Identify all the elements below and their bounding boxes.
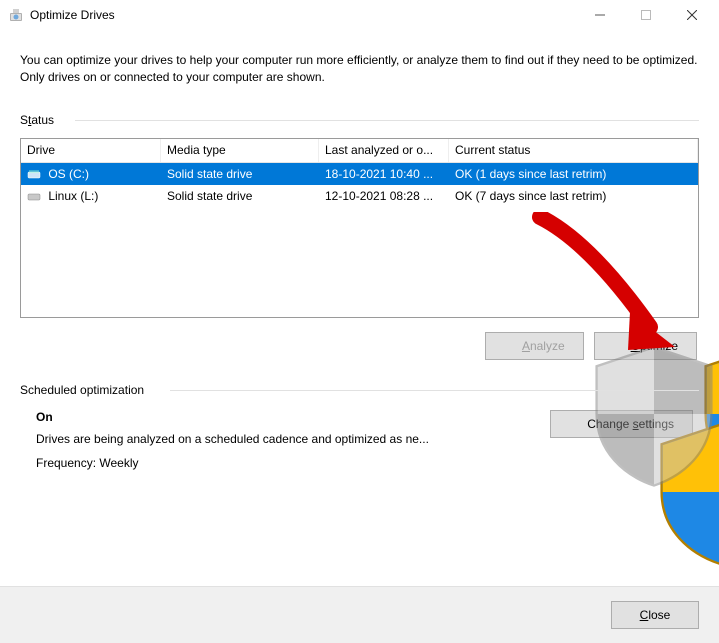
ssd-icon <box>27 190 41 202</box>
status-section-label: Status <box>20 112 699 128</box>
table-header: Drive Media type Last analyzed or o... C… <box>21 139 698 163</box>
scheduled-frequency: Frequency: Weekly <box>36 456 550 470</box>
scheduled-desc: Drives are being analyzed on a scheduled… <box>36 432 550 446</box>
bottom-bar: Close <box>0 586 719 643</box>
cell-status: OK (7 days since last retrim) <box>449 185 698 207</box>
close-dialog-button[interactable]: Close <box>611 601 699 629</box>
close-button[interactable] <box>669 0 715 30</box>
minimize-button[interactable] <box>577 0 623 30</box>
table-row[interactable]: OS (C:) Solid state drive 18-10-2021 10:… <box>21 163 698 185</box>
cell-last: 12-10-2021 08:28 ... <box>319 185 449 207</box>
description-text: You can optimize your drives to help you… <box>20 52 699 86</box>
scheduled-section-label: Scheduled optimization <box>20 382 699 398</box>
drives-table[interactable]: Drive Media type Last analyzed or o... C… <box>20 138 699 318</box>
cell-drive: OS (C:) <box>21 163 161 185</box>
action-button-row: Analyze Optimize <box>20 332 697 360</box>
cell-status: OK (1 days since last retrim) <box>449 163 698 185</box>
cell-media: Solid state drive <box>161 163 319 185</box>
col-last-analyzed[interactable]: Last analyzed or o... <box>319 139 449 162</box>
table-row[interactable]: Linux (L:) Solid state drive 12-10-2021 … <box>21 185 698 207</box>
window-title: Optimize Drives <box>30 8 115 22</box>
scheduled-on-label: On <box>36 410 550 424</box>
optimize-drives-icon <box>8 7 24 23</box>
cell-media: Solid state drive <box>161 185 319 207</box>
cell-last: 18-10-2021 10:40 ... <box>319 163 449 185</box>
maximize-button[interactable] <box>623 0 669 30</box>
analyze-button: Analyze <box>485 332 584 360</box>
col-drive[interactable]: Drive <box>21 139 161 162</box>
cell-drive-text: Linux (L:) <box>48 189 98 203</box>
col-current-status[interactable]: Current status <box>449 139 698 162</box>
cell-drive-text: OS (C:) <box>48 167 89 181</box>
shield-icon <box>504 339 516 353</box>
titlebar[interactable]: Optimize Drives <box>0 0 719 30</box>
col-media[interactable]: Media type <box>161 139 319 162</box>
cell-drive: Linux (L:) <box>21 185 161 207</box>
ssd-icon <box>27 168 41 180</box>
